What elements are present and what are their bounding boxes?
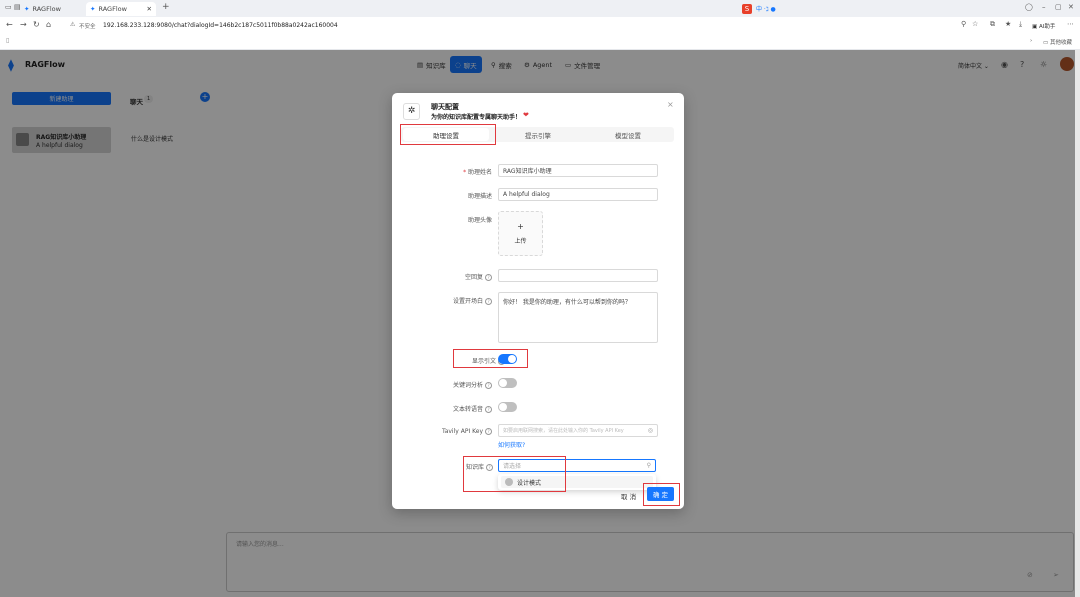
opener-label: 设置开场白? <box>432 296 492 305</box>
keyword-label-text: 关键词分析 <box>452 382 483 389</box>
avatar-upload[interactable]: + 上传 <box>498 211 543 256</box>
tab-list-icon[interactable]: ▤ <box>14 3 21 11</box>
help-icon: ? <box>485 274 492 281</box>
new-tab-button[interactable]: + <box>162 2 170 12</box>
ragflow-favicon-icon: ✦ <box>24 5 30 13</box>
location-icon[interactable]: ⚲ <box>961 20 966 28</box>
assistant-logo-icon: ✲ <box>403 103 420 120</box>
tavily-help-link[interactable]: 如何获取? <box>498 440 525 449</box>
highlight-confirm-box <box>643 483 680 506</box>
tab-prompt-engine[interactable]: 提示引擎 <box>495 128 581 141</box>
tavily-label: Tavily API Key? <box>422 428 492 435</box>
tavily-api-input[interactable]: 如要启用联网搜索，请在此处输入你的 Tavily API Key ◎ <box>498 424 658 437</box>
help-icon: ? <box>485 382 492 389</box>
help-icon: ? <box>485 428 492 435</box>
sogou-icon[interactable]: S <box>742 3 752 14</box>
name-label-text: 助理姓名 <box>467 169 492 176</box>
assistant-desc-input[interactable]: A helpful dialog <box>498 188 658 201</box>
help-icon: ? <box>485 406 492 413</box>
account-icon[interactable]: ◯ <box>1025 3 1033 11</box>
chat-config-modal: ✲ 聊天配置 为你的知识库配置专属聊天助手！ ❤ × 助理设置 提示引擎 模型设… <box>392 93 684 509</box>
highlight-kb-box <box>463 456 566 492</box>
profile-label: AI助手 <box>1038 24 1056 30</box>
url-field[interactable]: 192.168.233.128:9080/chat?dialogId=146b2… <box>103 22 338 29</box>
tab-title: RAGFlow <box>32 5 61 13</box>
desc-label: 助理描述 <box>467 193 492 200</box>
modal-title: 聊天配置 <box>431 103 459 111</box>
downloads-icon[interactable]: ⤓ <box>1019 20 1022 29</box>
close-tab-icon[interactable]: ✕ <box>147 5 152 13</box>
upload-plus-icon: + <box>517 222 524 231</box>
bookmark-apps-icon[interactable]: ▯ <box>6 37 9 44</box>
home-icon[interactable]: ⌂ <box>46 20 51 29</box>
highlight-quote-box <box>453 349 528 368</box>
tts-label: 文本转语音? <box>432 404 492 413</box>
tts-toggle[interactable] <box>498 402 517 412</box>
address-bar-row: ← → ↻ ⌂ ⚠ 不安全 192.168.233.128:9080/chat?… <box>0 17 1080 36</box>
keyword-label: 关键词分析? <box>432 380 492 389</box>
extension-tray: S 中 ·ℷ ● <box>742 3 812 14</box>
favorites-icon[interactable]: ★ <box>1005 20 1011 28</box>
opener-label-text: 设置开场白 <box>452 298 483 305</box>
browser-tab-1[interactable]: ✦ RAGFlow <box>22 2 84 16</box>
bookmark-chevron-icon[interactable]: › <box>1030 38 1032 44</box>
reload-icon[interactable]: ↻ <box>33 20 40 29</box>
avatar-label: 助理头像 <box>467 217 492 224</box>
window-icon[interactable]: ▭ <box>5 3 12 11</box>
back-icon[interactable]: ← <box>6 20 13 29</box>
search-icon: ⚲ <box>646 462 651 469</box>
minimize-icon[interactable]: – <box>1042 3 1046 11</box>
close-window-icon[interactable]: ✕ <box>1068 3 1074 11</box>
profile-button[interactable]: ▣ AI助手 <box>1032 22 1055 30</box>
browser-tab-2[interactable]: ✦ RAGFlow ✕ <box>86 2 156 16</box>
help-icon: ? <box>485 298 492 305</box>
tab-title: RAGFlow <box>98 5 127 13</box>
ime-icon[interactable]: 中 ·ℷ ● <box>756 4 776 13</box>
tab-model-settings[interactable]: 模型设置 <box>585 128 671 141</box>
browser-tab-bar: ▭ ▤ ✦ RAGFlow ✦ RAGFlow ✕ + S 中 ·ℷ ● ◯ –… <box>0 0 1080 18</box>
other-bookmarks[interactable]: ▭ 其他收藏 <box>1043 38 1072 46</box>
opener-textarea[interactable]: 你好！ 我是你的助理，有什么可以帮到你的吗？ <box>498 292 658 343</box>
empty-reply-input[interactable] <box>498 269 658 282</box>
forward-icon[interactable]: → <box>20 20 27 29</box>
ragflow-favicon-icon: ✦ <box>90 5 96 13</box>
highlight-tab-box <box>400 124 496 145</box>
cancel-button[interactable]: 取 消 <box>621 491 636 501</box>
heart-icon: ❤ <box>523 111 529 119</box>
name-label: * 助理姓名 <box>432 167 492 176</box>
tavily-placeholder: 如要启用联网搜索，请在此处输入你的 Tavily API Key <box>503 428 624 434</box>
modal-subtitle: 为你的知识库配置专属聊天助手！ <box>431 114 522 121</box>
security-warning-icon[interactable]: ⚠ <box>70 21 75 28</box>
empty-reply-label: 空回复? <box>432 272 492 281</box>
upload-label: 上传 <box>514 238 527 245</box>
maximize-icon[interactable]: ▢ <box>1055 3 1062 11</box>
tts-label-text: 文本转语音 <box>452 406 483 413</box>
close-modal-icon[interactable]: × <box>667 100 674 109</box>
assistant-name-input[interactable]: RAG知识库小助理 <box>498 164 658 177</box>
bookmark-star-icon[interactable]: ☆ <box>972 20 978 28</box>
tavily-label-text: Tavily API Key <box>442 428 483 435</box>
security-label[interactable]: 不安全 <box>79 22 96 30</box>
menu-icon[interactable]: ⋯ <box>1067 20 1074 28</box>
page-scrollbar[interactable] <box>1075 50 1080 597</box>
eye-off-icon[interactable]: ◎ <box>648 427 653 434</box>
other-bookmarks-label: 其他收藏 <box>1049 40 1072 46</box>
bookmarks-bar: ▯ › ▭ 其他收藏 <box>0 35 1080 50</box>
keyword-toggle[interactable] <box>498 378 517 388</box>
empty-reply-label-text: 空回复 <box>464 274 483 281</box>
extensions-icon[interactable]: ⧉ <box>990 20 995 29</box>
